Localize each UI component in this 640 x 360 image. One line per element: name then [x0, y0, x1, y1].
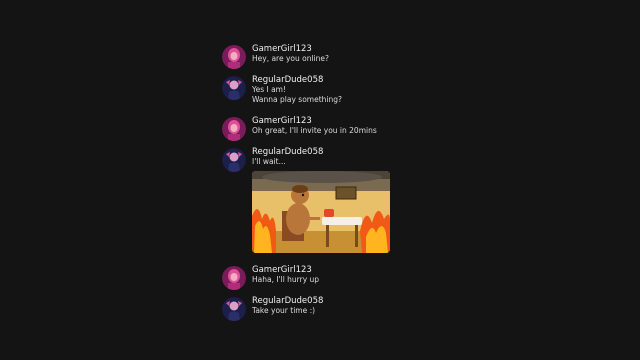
chat-message: GamerGirl123 Hey, are you online?: [222, 44, 329, 69]
message-text: Hey, are you online?: [252, 54, 329, 63]
chat-message: RegularDude058 Take your time :): [222, 296, 323, 321]
message-username[interactable]: RegularDude058: [252, 75, 342, 85]
message-text: Oh great, I'll invite you in 20mins: [252, 126, 377, 135]
message-username[interactable]: GamerGirl123: [252, 44, 329, 54]
chat-message: GamerGirl123 Haha, I'll hurry up: [222, 265, 319, 290]
chat-message: RegularDude058 Yes I am! Wanna play some…: [222, 75, 342, 105]
regulardude-avatar[interactable]: [222, 76, 246, 100]
message-username[interactable]: GamerGirl123: [252, 265, 319, 275]
gamergirl-avatar[interactable]: [222, 45, 246, 69]
regulardude-avatar[interactable]: [222, 297, 246, 321]
message-text: Yes I am!: [252, 85, 286, 94]
chat-log: GamerGirl123 Hey, are you online? Regula…: [0, 0, 640, 360]
this-is-fine-meme-image[interactable]: [252, 171, 390, 253]
message-username[interactable]: GamerGirl123: [252, 116, 377, 126]
message-text: Take your time :): [252, 306, 316, 315]
message-text: Haha, I'll hurry up: [252, 275, 320, 284]
chat-message: RegularDude058 I'll wait...: [222, 147, 390, 253]
message-text: Wanna play something?: [252, 95, 342, 104]
message-text: I'll wait...: [252, 157, 286, 166]
regulardude-avatar[interactable]: [222, 148, 246, 172]
message-username[interactable]: RegularDude058: [252, 296, 323, 306]
gamergirl-avatar[interactable]: [222, 117, 246, 141]
gamergirl-avatar[interactable]: [222, 266, 246, 290]
message-username[interactable]: RegularDude058: [252, 147, 390, 157]
chat-message: GamerGirl123 Oh great, I'll invite you i…: [222, 116, 377, 141]
